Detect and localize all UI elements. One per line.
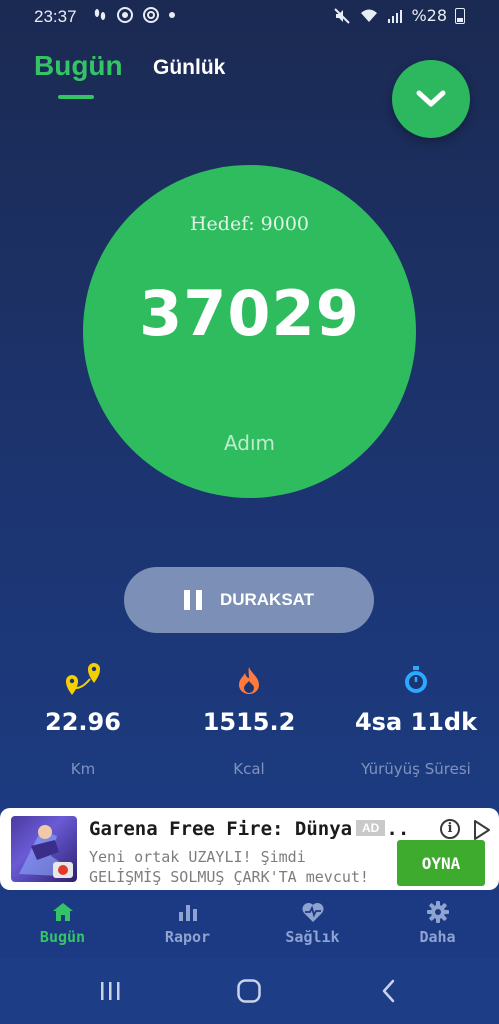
status-bar: 23:37 %28 <box>0 0 499 34</box>
flame-icon <box>239 667 259 694</box>
stat-distance-label: Km <box>70 760 96 778</box>
ad-game-image[interactable] <box>11 816 77 882</box>
recent-apps-icon <box>101 982 120 1000</box>
garena-logo <box>53 862 73 878</box>
tab-today[interactable]: Bugün <box>34 50 123 82</box>
ad-description: Yeni ortak UZAYLI! Şimdi GELİŞMİŞ SOLMUŞ… <box>89 848 369 886</box>
pause-button[interactable]: DURAKSAT <box>124 567 374 633</box>
stat-duration-label: Yürüyüş Süresi <box>361 760 471 778</box>
tab-daily[interactable]: Günlük <box>153 56 225 80</box>
more-notifications-icon <box>169 12 175 18</box>
chevron-down-icon <box>416 90 446 107</box>
step-unit: Adım <box>223 431 276 455</box>
notification-icons <box>92 6 176 24</box>
ad-play-button[interactable]: OYNA <box>397 840 485 886</box>
stat-calories-label: Kcal <box>233 760 265 778</box>
stat-duration-value: 4sa 11dk <box>354 708 478 736</box>
back-button[interactable] <box>374 976 404 1006</box>
status-right: %28 <box>333 6 465 25</box>
nav-label-health: Sağlık <box>285 928 340 946</box>
stat-calories: 1515.2 Kcal <box>166 660 332 778</box>
bottom-navigation: Bugün Rapor Sağlık Daha <box>0 890 499 958</box>
stat-distance: 22.96 Km <box>0 660 166 778</box>
adchoices-play-icon[interactable] <box>472 819 492 841</box>
dropdown-button[interactable] <box>392 60 470 138</box>
system-navigation-bar <box>0 958 499 1024</box>
heart-pulse-icon <box>301 902 324 922</box>
chrome-icon <box>143 7 159 23</box>
home-square-icon <box>237 979 261 1003</box>
nav-label-report: Rapor <box>164 928 211 946</box>
nav-item-health[interactable]: Sağlık <box>250 900 375 946</box>
nav-label-today: Bugün <box>39 928 86 946</box>
info-icon[interactable]: i <box>440 819 460 839</box>
tab-today-indicator <box>58 95 94 99</box>
stat-calories-value: 1515.2 <box>202 708 296 736</box>
bar-chart-icon <box>178 905 197 921</box>
pause-label: DURAKSAT <box>219 590 315 609</box>
recent-apps-button[interactable] <box>95 976 125 1006</box>
ad-badge: AD <box>356 820 386 836</box>
wifi-icon <box>361 9 378 22</box>
step-counter-circle: Hedef: 9000 37029 Adım <box>83 165 416 498</box>
route-pin-icon <box>66 663 100 695</box>
mute-icon <box>334 7 351 24</box>
status-time: 23:37 <box>34 7 77 26</box>
pause-icon <box>183 590 202 610</box>
battery-percent: %28 <box>411 6 447 25</box>
nav-item-report[interactable]: Rapor <box>125 900 250 946</box>
whatsapp-icon <box>117 7 133 23</box>
stopwatch-icon <box>405 666 427 693</box>
nav-label-more: Daha <box>419 928 456 946</box>
stat-duration: 4sa 11dk Yürüyüş Süresi <box>333 660 499 778</box>
stat-distance-value: 22.96 <box>45 708 121 736</box>
battery-icon <box>455 7 465 24</box>
home-button[interactable] <box>234 976 264 1006</box>
back-icon <box>382 979 395 1003</box>
gear-icon <box>426 901 449 923</box>
footsteps-icon <box>94 9 106 20</box>
nav-item-today[interactable]: Bugün <box>0 900 125 946</box>
step-count: 37029 <box>139 277 360 350</box>
nav-item-more[interactable]: Daha <box>375 900 499 946</box>
step-goal: Hedef: 9000 <box>189 213 310 235</box>
home-icon <box>52 903 73 921</box>
signal-icon <box>388 9 403 23</box>
